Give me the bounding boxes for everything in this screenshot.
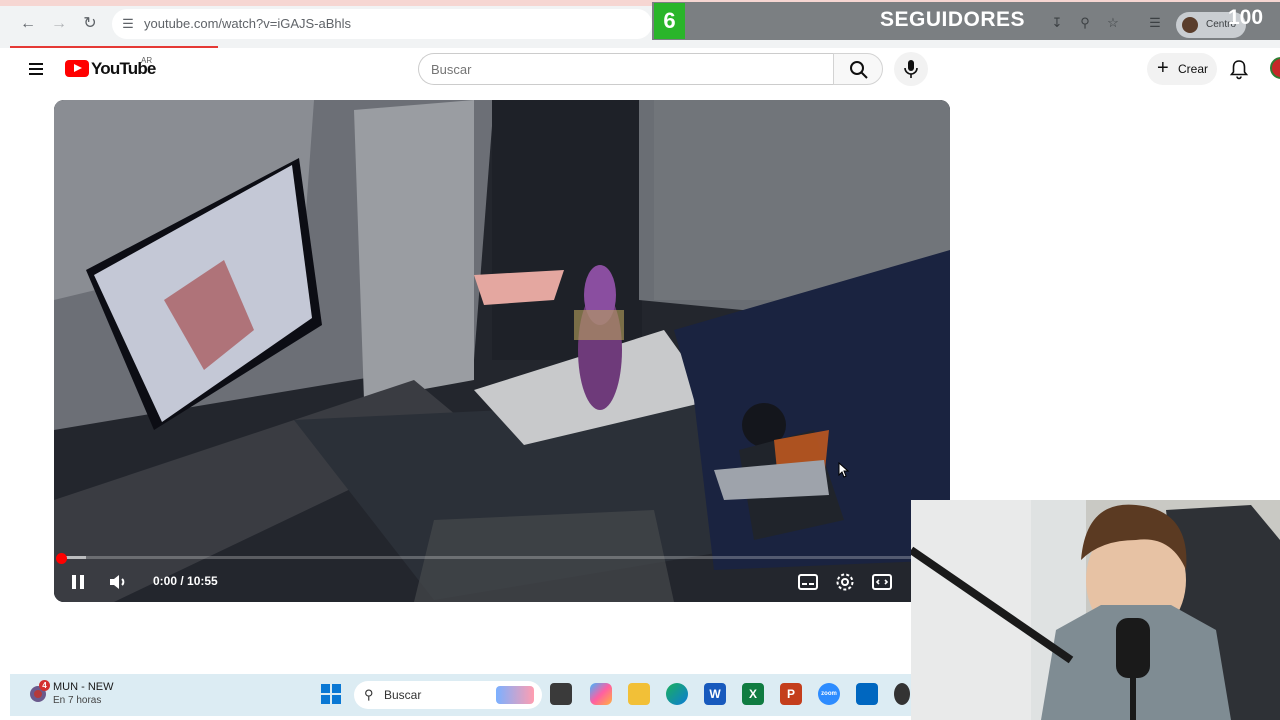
powerpoint-icon[interactable]: P: [780, 683, 802, 705]
mouse-cursor-icon: [838, 462, 850, 478]
follower-count: 6: [654, 3, 685, 39]
windows-taskbar: 4 MUN - NEW En 7 horas ⚲ Buscar W X P zo…: [10, 674, 911, 716]
site-settings-icon[interactable]: ☰: [118, 14, 138, 34]
search-highlight-art: [496, 686, 534, 704]
video-frame: [54, 100, 950, 602]
search-button[interactable]: [833, 53, 883, 85]
create-label: Crear: [1178, 62, 1209, 76]
video-player[interactable]: 0:00 / 10:55: [54, 100, 950, 602]
app-icon[interactable]: [894, 683, 910, 705]
time-display: 0:00 / 10:55: [153, 574, 218, 588]
pause-icon[interactable]: [66, 570, 90, 594]
copilot-icon[interactable]: [590, 683, 612, 705]
microphone-icon: [904, 60, 918, 78]
youtube-play-icon: [65, 60, 89, 77]
youtube-header: YouTube AR + Crear: [0, 48, 1280, 90]
webcam-feed: [911, 500, 1280, 720]
zoom-icon[interactable]: ⚲: [1076, 14, 1094, 32]
url-text: youtube.com/watch?v=iGAJS-aBhls: [144, 16, 352, 31]
file-explorer-icon[interactable]: [550, 683, 572, 705]
windows-start-icon[interactable]: [321, 684, 341, 704]
volume-icon[interactable]: [106, 570, 130, 594]
profile-avatar: [1182, 17, 1198, 33]
excel-icon[interactable]: X: [742, 683, 764, 705]
taskbar-search-label: Buscar: [384, 688, 422, 702]
store-icon[interactable]: [856, 683, 878, 705]
voice-search-button[interactable]: [894, 52, 928, 86]
plus-icon: +: [1157, 57, 1169, 79]
media-controls-icon[interactable]: ☰: [1146, 14, 1164, 32]
settings-gear-icon[interactable]: [833, 570, 857, 594]
edge-icon[interactable]: [666, 683, 688, 705]
taskbar-search[interactable]: ⚲ Buscar: [354, 681, 542, 709]
subtitles-icon[interactable]: [796, 570, 820, 594]
country-code: AR: [141, 56, 153, 65]
weather-subtitle: En 7 horas: [53, 695, 102, 706]
bookmark-star-icon[interactable]: ☆: [1104, 14, 1122, 32]
notifications-bell-icon[interactable]: [1228, 58, 1250, 80]
follower-goal: 100: [1228, 6, 1264, 29]
forward-arrow-icon[interactable]: →: [47, 12, 71, 36]
search-icon: [850, 61, 868, 79]
create-button[interactable]: + Crear: [1147, 53, 1217, 85]
theater-mode-icon[interactable]: [870, 570, 894, 594]
hamburger-menu-icon[interactable]: [26, 58, 48, 78]
progress-bar[interactable]: [62, 556, 942, 559]
follower-label: SEGUIDORES: [880, 8, 1026, 31]
reload-icon[interactable]: ↻: [78, 12, 102, 36]
notification-badge: 4: [39, 680, 50, 691]
zoom-icon[interactable]: zoom: [818, 683, 840, 705]
install-app-icon[interactable]: ↧: [1048, 14, 1066, 32]
search-input[interactable]: [418, 53, 834, 85]
scrubber-handle[interactable]: [56, 553, 67, 564]
back-arrow-icon[interactable]: ←: [16, 12, 40, 36]
weather-title[interactable]: MUN - NEW: [53, 681, 114, 693]
search-icon: ⚲: [364, 687, 374, 702]
account-avatar[interactable]: [1270, 57, 1280, 79]
address-bar[interactable]: ☰ youtube.com/watch?v=iGAJS-aBhls: [112, 9, 652, 39]
word-icon[interactable]: W: [704, 683, 726, 705]
folder-icon[interactable]: [628, 683, 650, 705]
